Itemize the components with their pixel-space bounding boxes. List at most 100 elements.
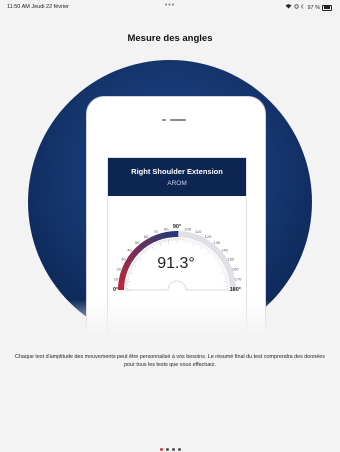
gauge-tick [165,239,167,242]
gauge-tick [200,243,202,247]
gauge-tick [217,263,223,267]
speaker-grill [170,119,186,121]
onboarding-description: Chaque test d'amplitude des mouvements p… [15,354,325,368]
gauge-tick [139,253,142,256]
gauge-tick [130,267,133,269]
gauge-tick [131,263,137,267]
gauge-tick [155,242,158,245]
gauge-tick [134,259,138,262]
gauge-tick [125,280,131,283]
gauge-tick [212,253,215,256]
page-title: Mesure des angles [127,33,213,44]
gauge-tick [190,239,192,243]
gauge-tick [198,243,200,246]
gauge-tick [144,248,147,252]
page-indicator[interactable] [0,448,340,451]
gauge-tick-label: 110 [195,229,202,234]
gauge-tick [127,273,130,275]
gauge-tick [213,255,216,258]
gauge-tick-label: 170 [235,277,242,282]
lock-rotation-icon [294,4,300,11]
gauge-tick [126,278,129,280]
gauge-marker-label: 90° [173,224,181,230]
gauge-tick [224,277,228,279]
gauge-tick [164,239,166,243]
gauge-tick [162,239,164,243]
gauge-tick [192,241,195,246]
gauge-tick [167,238,170,244]
gauge-tick [128,270,132,272]
gauge-max-label: 180° [230,287,241,293]
angle-gauge: 10 20 304050 60 70 80 100 110120130140 150 160 170… [113,224,242,293]
gauge-tick [224,275,228,277]
gauge-tick [160,240,162,243]
gauge-tick [132,262,136,264]
gauge-tick [192,240,194,243]
gauge-tick [205,247,208,251]
gauge-tick [135,257,139,260]
page-dot[interactable] [171,448,175,451]
status-right: 97 % [285,4,332,11]
gauge-tick [146,247,149,251]
gauge-tick [147,246,150,250]
gauge-tick [149,245,151,249]
gauge-tick [195,241,197,245]
wifi-icon [285,4,292,11]
gauge-tick [224,273,227,275]
camera-dot [162,119,166,121]
gauge-tick [129,268,132,271]
gauge-tick-label: 160 [232,266,239,271]
card-subtitle: AROM [167,180,187,187]
gauge-tick [159,241,162,246]
gauge-tick [217,260,221,263]
gauge-tick [140,252,143,255]
gauge-tick [207,248,210,252]
page-dot[interactable] [159,448,163,451]
gauge-tick [221,272,226,275]
gauge-tick [150,244,154,250]
gauge-tick [188,239,190,243]
gauge-tick [220,265,224,267]
gauge-tick [138,255,141,258]
status-bar: 11:50 AM Jeudi 22 février ••• 97 % [0,0,340,14]
gauge-tick-label: 60 [144,234,149,239]
gauge-tick [187,239,189,242]
gauge-tick [196,242,199,245]
gauge-tick [128,272,133,275]
gauge-tick [223,280,229,283]
gauge-tick [203,245,205,249]
gauge-tick-label: 40 [127,248,132,253]
gauge-tick-label: 100 [184,226,191,231]
gauge-tick [157,241,159,245]
gauge-tick [152,243,154,247]
battery-percent: 97 % [307,4,320,11]
moon-icon [301,4,305,11]
gauge-tick [126,277,130,279]
gauge-tick [130,265,134,267]
gauge-tick [209,251,212,254]
gauge-tick [215,257,219,260]
card-header: Right Shoulder Extension AROM [108,158,246,196]
gauge-tick [221,267,224,269]
gauge-tick-label: 20 [117,266,122,271]
gauge-tick-label: 70 [154,229,159,234]
gauge-tick [133,260,137,263]
gauge-value: 91.3° [157,255,195,272]
gauge-tick [218,262,222,264]
gauge-tick-label: 140 [221,248,228,253]
bottom-fade [0,300,340,360]
gauge-tick [184,238,187,244]
gauge-tick [200,244,204,250]
gauge-tick-label: 150 [227,257,234,262]
gauge-tick [211,252,214,255]
page-dot[interactable] [165,448,169,451]
gauge-tick [222,270,226,272]
gauge-tick-label: 80 [164,226,169,231]
gauge-tick [225,278,228,280]
gauge-tick [204,246,207,250]
card-title: Right Shoulder Extension [131,167,223,176]
gauge-tick-label: 50 [135,240,140,245]
page-dot[interactable] [177,448,181,451]
gauge-tick-label: 10 [114,277,119,282]
gauge-base-line [127,280,227,291]
